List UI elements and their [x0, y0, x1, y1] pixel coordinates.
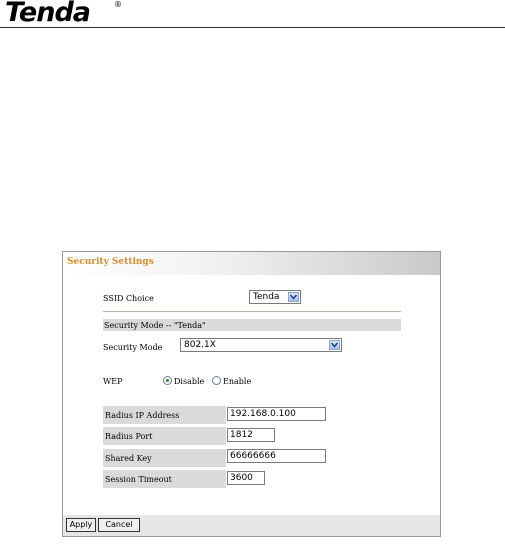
ssid-choice-select[interactable]: Tenda [249, 290, 301, 304]
radius-ip-label: Radius IP Address [105, 411, 180, 420]
button-bar: Apply Cancel [63, 515, 440, 536]
chevron-down-icon[interactable] [329, 340, 340, 350]
shared-key-label: Shared Key [105, 454, 152, 463]
wep-label: WEP [103, 377, 123, 386]
session-timeout-label: Session Timeout [105, 475, 172, 484]
panel-title: Security Settings [67, 257, 154, 267]
radius-ip-input[interactable]: 192.168.0.100 [227, 407, 326, 421]
radius-ip-label-cell: Radius IP Address [103, 406, 226, 424]
security-settings-panel: Security Settings SSID Choice Tenda Secu… [62, 251, 441, 537]
apply-button[interactable]: Apply [66, 518, 96, 532]
radius-port-label-cell: Radius Port [103, 427, 226, 445]
session-timeout-input[interactable]: 3600 [227, 471, 265, 485]
panel-title-bar: Security Settings [63, 252, 440, 275]
shared-key-label-cell: Shared Key [103, 449, 226, 467]
security-mode-label: Security Mode [103, 343, 163, 352]
registered-mark: ® [114, 0, 122, 9]
section-divider [103, 311, 401, 312]
wep-enable-label: Enable [223, 377, 252, 386]
radius-port-label: Radius Port [105, 432, 153, 441]
wep-disable-label: Disable [174, 377, 205, 386]
wep-disable-radio[interactable] [163, 376, 172, 385]
security-mode-value: 802.1X [184, 340, 216, 350]
session-timeout-label-cell: Session Timeout [103, 470, 226, 488]
security-mode-section-header: Security Mode -- "Tenda" [103, 319, 401, 331]
chevron-down-icon[interactable] [288, 292, 299, 302]
radio-selected-dot [166, 379, 169, 382]
security-mode-section-title: Security Mode -- "Tenda" [104, 321, 206, 330]
security-mode-select[interactable]: 802.1X [180, 338, 342, 352]
wep-enable-radio[interactable] [212, 376, 221, 385]
cancel-button[interactable]: Cancel [98, 518, 140, 532]
ssid-choice-value: Tenda [253, 292, 280, 302]
logo-wordmark: Tenda [5, 0, 91, 28]
radius-port-input[interactable]: 1812 [227, 428, 275, 442]
shared-key-input[interactable]: 66666666 [227, 449, 326, 463]
header-divider [0, 27, 505, 28]
tenda-logo: Tenda ® [5, 0, 125, 26]
ssid-choice-label: SSID Choice [103, 294, 154, 303]
